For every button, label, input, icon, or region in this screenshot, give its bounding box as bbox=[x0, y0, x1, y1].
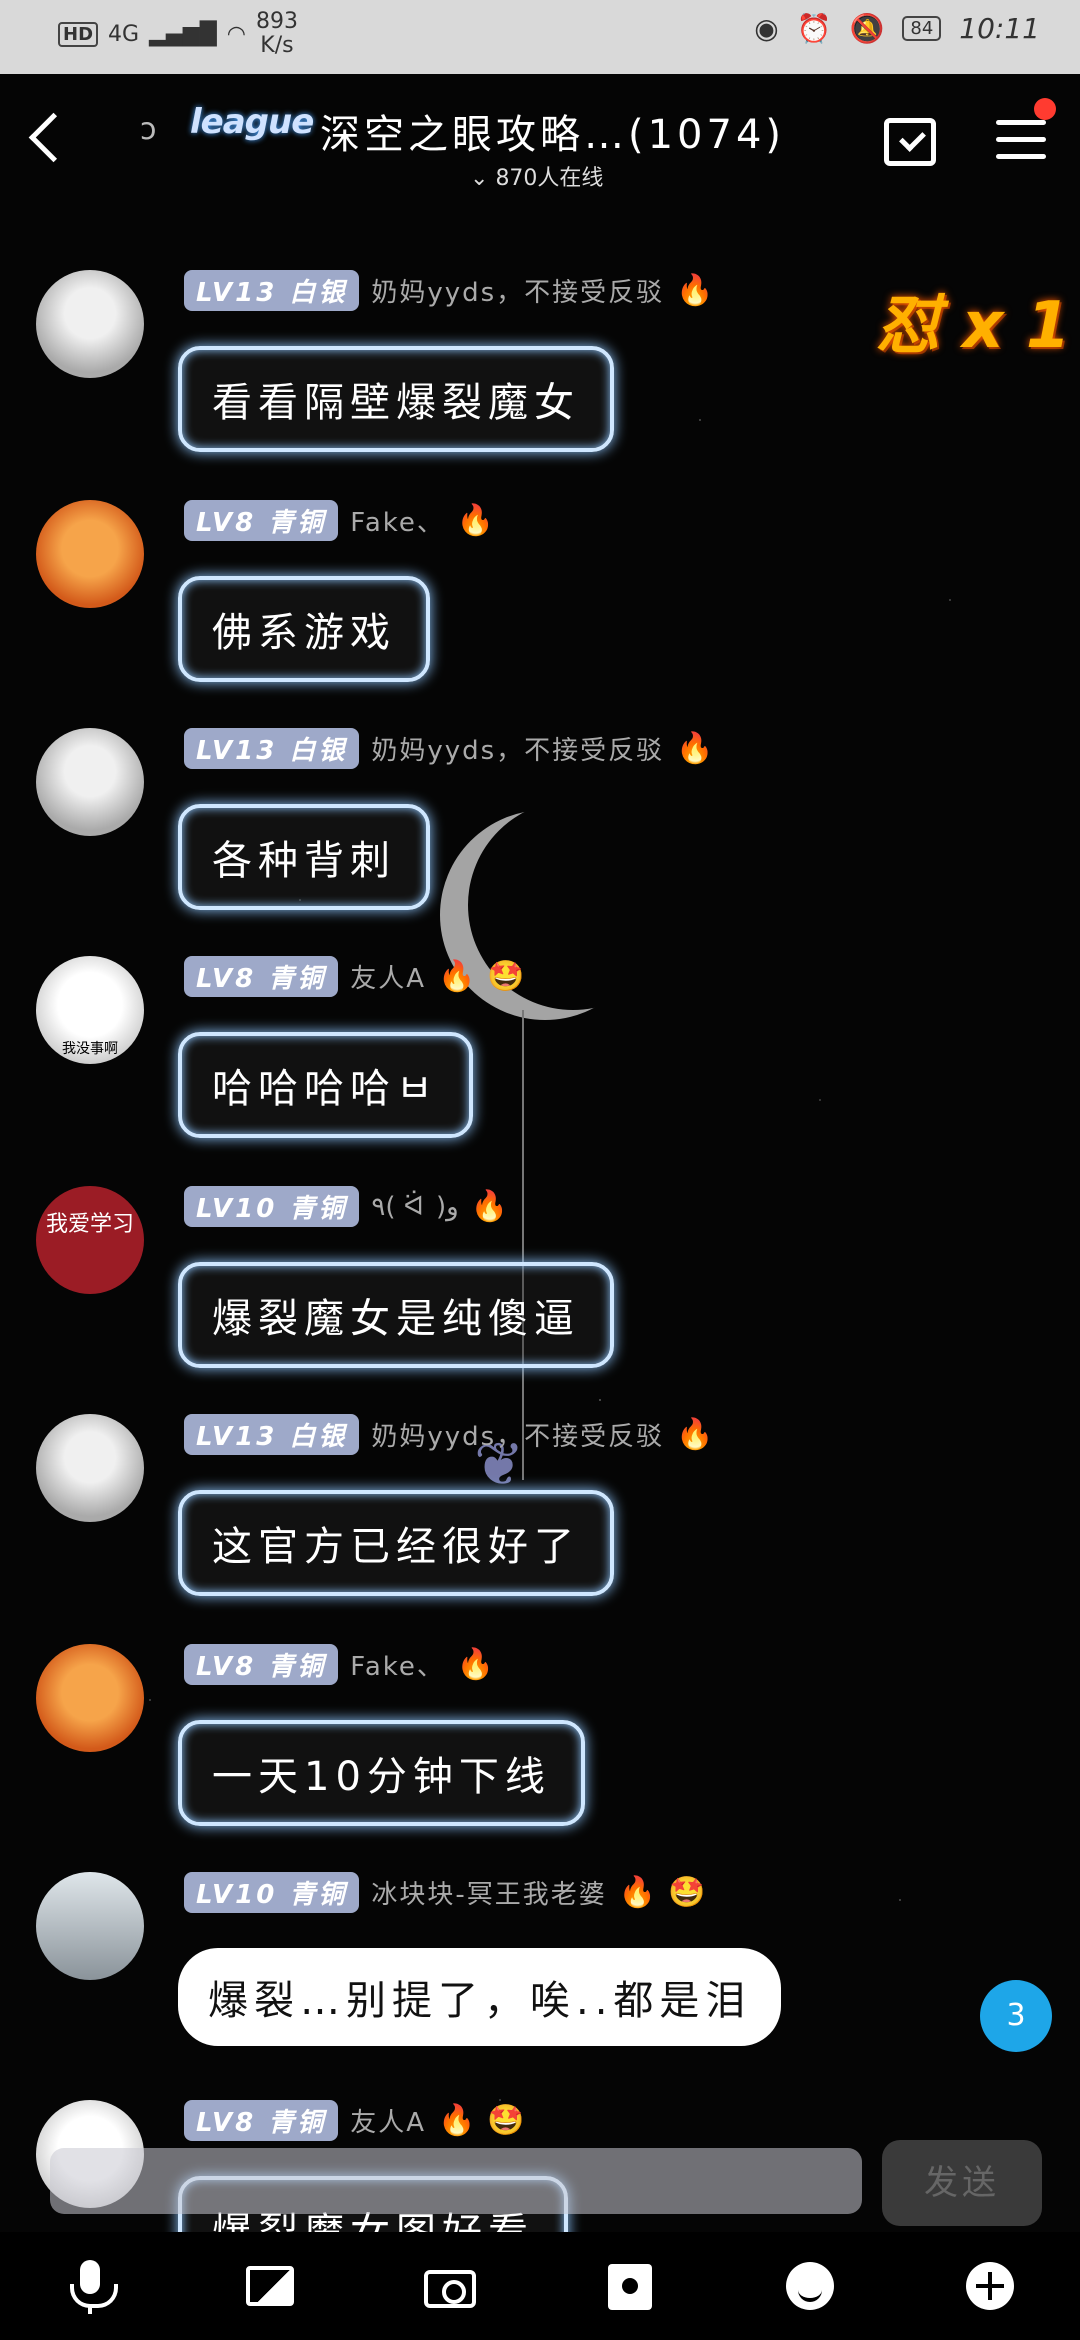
message-meta: LV10 青铜 ٩( ᐛ )و 🔥 bbox=[184, 1186, 508, 1227]
network-label: 4G bbox=[108, 21, 140, 47]
fire-icon: 🔥 bbox=[618, 1875, 657, 1910]
nickname[interactable]: 奶妈yyds，不接受反驳 bbox=[371, 272, 664, 309]
status-left: HD 4G ▂▄▆█ ◠ 893 K/s bbox=[58, 10, 298, 58]
online-count-label: 870人在线 bbox=[495, 166, 604, 191]
message-input[interactable] bbox=[50, 2148, 862, 2214]
clock: 10:11 bbox=[959, 12, 1040, 45]
avatar[interactable] bbox=[36, 1872, 144, 1980]
send-button[interactable]: 发送 bbox=[882, 2140, 1042, 2226]
star-eyes-emoji-icon: 🤩 bbox=[668, 1875, 706, 1910]
unread-count-badge[interactable]: 3 bbox=[980, 1980, 1052, 2052]
message-meta: LV13 白银 奶妈yyds，不接受反驳 🔥 bbox=[184, 1414, 714, 1455]
message-bubble[interactable]: 爆裂魔女是纯傻逼 bbox=[178, 1262, 614, 1368]
mic-icon[interactable] bbox=[62, 2258, 118, 2314]
chat-header: ↄ league 深空之眼攻略…(1074) ⌄ 870人在线 bbox=[0, 74, 1080, 204]
checkin-calendar-icon[interactable] bbox=[884, 118, 936, 166]
message-bubble[interactable]: 各种背刺 bbox=[178, 804, 430, 910]
star-eyes-emoji-icon: 🤩 bbox=[487, 2103, 525, 2138]
fire-icon: 🔥 bbox=[676, 273, 714, 308]
notification-dot bbox=[1034, 98, 1056, 120]
alarm-icon: ⏰ bbox=[796, 12, 832, 45]
level-badge: LV13 白银 bbox=[184, 728, 360, 769]
plus-icon[interactable] bbox=[962, 2258, 1018, 2314]
avatar[interactable] bbox=[36, 270, 144, 378]
fire-icon: 🔥 bbox=[470, 1189, 509, 1224]
menu-button[interactable] bbox=[996, 120, 1046, 164]
avatar[interactable] bbox=[36, 1644, 144, 1752]
message-bubble[interactable]: 看看隔壁爆裂魔女 bbox=[178, 346, 614, 452]
emoji-icon[interactable] bbox=[782, 2258, 838, 2314]
level-badge: LV8 青铜 bbox=[184, 500, 339, 541]
message-meta: LV10 青铜 冰块块-冥王我老婆 🔥 🤩 bbox=[184, 1872, 705, 1913]
avatar-caption: 我没事啊 bbox=[62, 1041, 118, 1057]
level-badge: LV8 青铜 bbox=[184, 956, 339, 997]
level-badge: LV8 青铜 bbox=[184, 2100, 339, 2141]
wifi-icon: ◠ bbox=[226, 21, 246, 47]
nickname[interactable]: 奶妈yyds，不接受反驳 bbox=[371, 1416, 664, 1453]
image-icon[interactable] bbox=[242, 2258, 298, 2314]
level-badge: LV13 白银 bbox=[184, 270, 360, 311]
nickname[interactable]: Fake、 bbox=[350, 1646, 445, 1683]
avatar[interactable] bbox=[36, 728, 144, 836]
message-bubble[interactable]: 佛系游戏 bbox=[178, 576, 430, 682]
eye-icon: ◉ bbox=[754, 12, 779, 45]
fire-icon: 🔥 bbox=[676, 1417, 714, 1452]
string-decoration bbox=[522, 1010, 524, 1480]
fire-icon: 🔥 bbox=[438, 959, 476, 994]
fire-icon: 🔥 bbox=[456, 503, 495, 538]
online-count: ⌄ 870人在线 bbox=[470, 160, 603, 192]
avatar[interactable] bbox=[36, 1414, 144, 1522]
message-meta: LV8 青铜 Fake、 🔥 bbox=[184, 1644, 494, 1685]
message-meta: LV13 白银 奶妈yyds，不接受反驳 🔥 bbox=[184, 728, 714, 769]
level-badge: LV10 青铜 bbox=[184, 1872, 360, 1913]
avatar[interactable] bbox=[36, 500, 144, 608]
nickname[interactable]: ٩( ᐛ )و bbox=[371, 1192, 458, 1222]
gift-icon[interactable] bbox=[602, 2258, 658, 2314]
message-meta: LV13 白银 奶妈yyds，不接受反驳 🔥 bbox=[184, 270, 714, 311]
message-meta: LV8 青铜 Fake、 🔥 bbox=[184, 500, 494, 541]
nickname[interactable]: 友人A bbox=[350, 2102, 426, 2139]
fire-icon: 🔥 bbox=[456, 1647, 495, 1682]
nickname[interactable]: 友人A bbox=[350, 958, 426, 995]
avatar[interactable]: 我爱学习 bbox=[36, 1186, 144, 1294]
level-badge: LV13 白银 bbox=[184, 1414, 360, 1455]
message-meta: LV8 青铜 友人A 🔥 🤩 bbox=[184, 956, 525, 997]
chat-screen: HD 4G ▂▄▆█ ◠ 893 K/s ◉ ⏰ 🔕 84 10:11 ↄ le… bbox=[0, 0, 1080, 2340]
input-toolbar bbox=[0, 2232, 1080, 2340]
hd-icon: HD bbox=[58, 21, 99, 47]
group-title[interactable]: 深空之眼攻略…(1074) bbox=[320, 102, 785, 160]
status-bar: HD 4G ▂▄▆█ ◠ 893 K/s ◉ ⏰ 🔕 84 10:11 bbox=[0, 0, 1080, 74]
message-meta: LV8 青铜 友人A 🔥 🤩 bbox=[184, 2100, 525, 2141]
chevron-down-icon: ⌄ bbox=[470, 166, 489, 191]
earpiece-icon: ↄ bbox=[140, 112, 157, 147]
avatar[interactable]: 我没事啊 bbox=[36, 956, 144, 1064]
level-badge: LV8 青铜 bbox=[184, 1644, 339, 1685]
net-speed: 893 K/s bbox=[255, 9, 298, 58]
back-button[interactable] bbox=[20, 114, 70, 164]
camera-icon[interactable] bbox=[422, 2258, 478, 2314]
mute-icon: 🔕 bbox=[849, 12, 885, 45]
star-eyes-emoji-icon: 🤩 bbox=[487, 959, 525, 994]
message-bubble[interactable]: 一天10分钟下线 bbox=[178, 1720, 585, 1826]
message-bubble[interactable]: 爆裂…别提了，唉..都是泪 bbox=[178, 1948, 782, 2046]
message-bubble[interactable]: 这官方已经很好了 bbox=[178, 1490, 614, 1596]
nickname[interactable]: 冰块块-冥王我老婆 bbox=[371, 1874, 606, 1911]
status-right: ◉ ⏰ 🔕 84 10:11 bbox=[754, 12, 1040, 45]
nickname[interactable]: Fake、 bbox=[350, 502, 445, 539]
fire-icon: 🔥 bbox=[676, 731, 714, 766]
fire-icon: 🔥 bbox=[438, 2103, 476, 2138]
level-badge: LV10 青铜 bbox=[184, 1186, 360, 1227]
signal-icon: ▂▄▆█ bbox=[149, 21, 217, 47]
battery-icon: 84 bbox=[902, 16, 942, 41]
game-logo: league bbox=[190, 102, 314, 142]
combo-badge: 怼 x 1 bbox=[876, 289, 1071, 363]
nickname[interactable]: 奶妈yyds，不接受反驳 bbox=[371, 730, 664, 767]
message-bubble[interactable]: 哈哈哈哈ㅂ bbox=[178, 1032, 473, 1138]
